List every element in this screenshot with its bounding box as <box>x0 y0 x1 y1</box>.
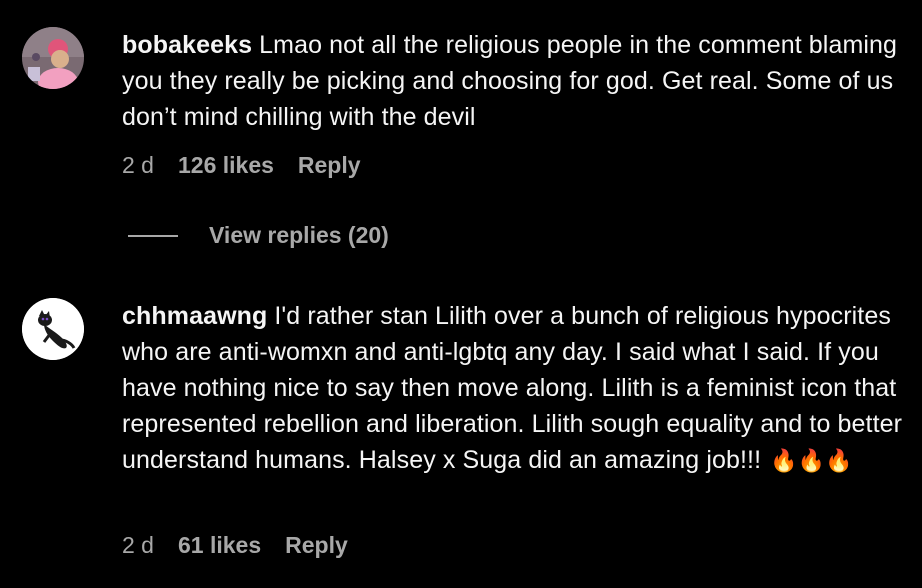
reply-button[interactable]: Reply <box>298 152 361 179</box>
comment-text-block: chhmaawng I'd rather stan Lilith over a b… <box>122 298 912 478</box>
likes-count[interactable]: 126 likes <box>178 152 274 179</box>
avatar[interactable] <box>22 298 84 360</box>
timestamp: 2 d <box>122 152 154 178</box>
avatar[interactable] <box>22 27 84 89</box>
profile-photo-icon <box>22 27 84 89</box>
likes-count[interactable]: 61 likes <box>178 532 261 559</box>
username[interactable]: chhmaawng <box>122 302 267 330</box>
fire-emoji-icon: 🔥🔥🔥 <box>770 448 853 474</box>
divider-line <box>128 234 178 237</box>
comment-meta: 2 d 126 likes Reply <box>122 152 361 179</box>
username[interactable]: bobakeeks <box>122 31 252 59</box>
black-cat-icon <box>22 298 84 360</box>
view-replies-button[interactable]: View replies (20) <box>128 222 389 249</box>
timestamp: 2 d <box>122 532 154 558</box>
view-replies-label: View replies (20) <box>209 222 389 248</box>
comment-meta: 2 d 61 likes Reply <box>122 532 348 559</box>
reply-button[interactable]: Reply <box>285 532 348 559</box>
comment-text-block: bobakeeks Lmao not all the religious peop… <box>122 27 912 135</box>
